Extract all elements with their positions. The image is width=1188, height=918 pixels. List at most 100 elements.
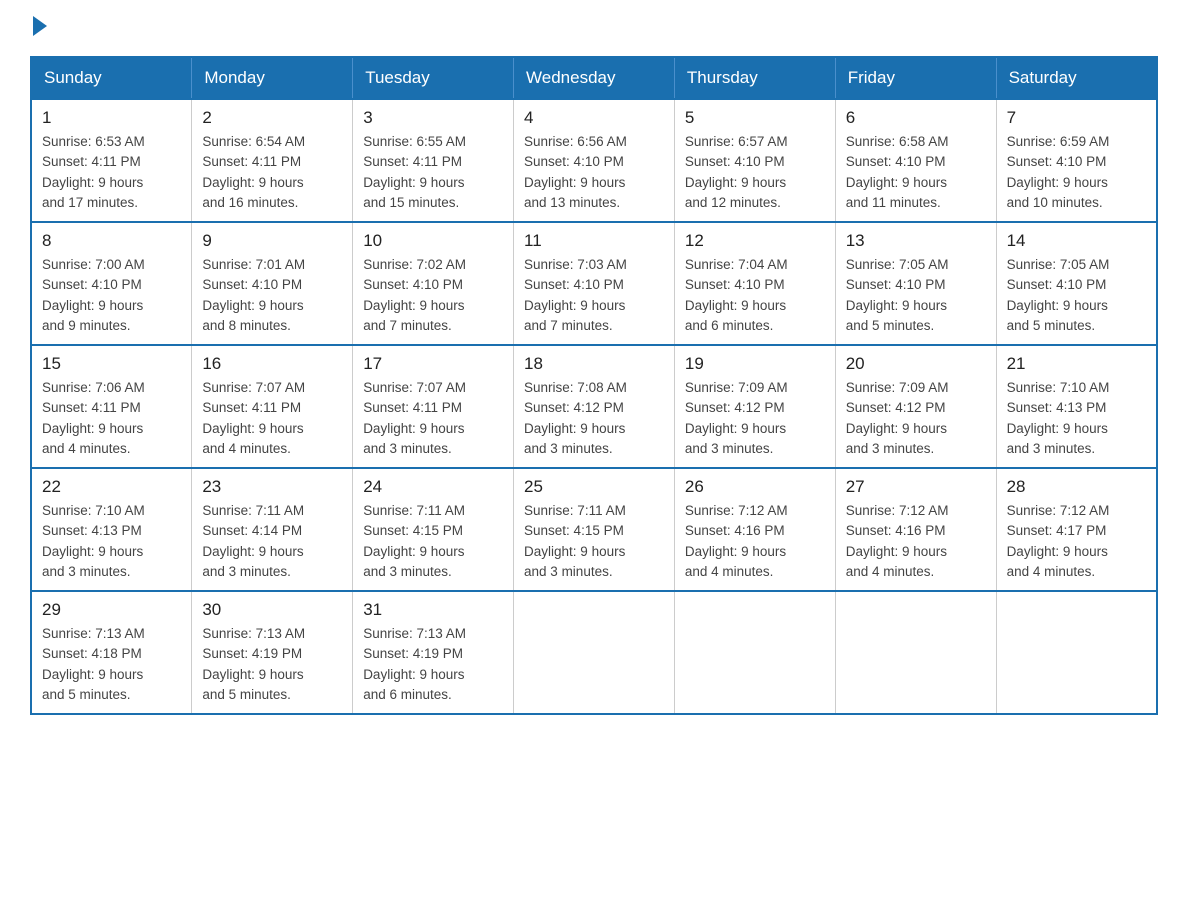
- day-number: 26: [685, 477, 825, 497]
- day-number: 11: [524, 231, 664, 251]
- day-info: Sunrise: 6:59 AMSunset: 4:10 PMDaylight:…: [1007, 132, 1146, 213]
- logo-arrow-icon: [33, 16, 47, 36]
- day-info: Sunrise: 6:55 AMSunset: 4:11 PMDaylight:…: [363, 132, 503, 213]
- day-number: 3: [363, 108, 503, 128]
- calendar-cell: 1 Sunrise: 6:53 AMSunset: 4:11 PMDaylight…: [31, 99, 192, 222]
- calendar-cell: 24 Sunrise: 7:11 AMSunset: 4:15 PMDayligh…: [353, 468, 514, 591]
- calendar-cell: 16Sunrise: 7:07 AMSunset: 4:11 PMDayligh…: [192, 345, 353, 468]
- day-info: Sunrise: 6:56 AMSunset: 4:10 PMDaylight:…: [524, 132, 664, 213]
- weekday-header-tuesday: Tuesday: [353, 57, 514, 99]
- calendar-cell: 10 Sunrise: 7:02 AMSunset: 4:10 PMDayligh…: [353, 222, 514, 345]
- day-info: Sunrise: 7:12 AMSunset: 4:17 PMDaylight:…: [1007, 501, 1146, 582]
- day-info: Sunrise: 7:09 AMSunset: 4:12 PMDaylight:…: [685, 378, 825, 459]
- day-number: 28: [1007, 477, 1146, 497]
- weekday-header-friday: Friday: [835, 57, 996, 99]
- day-info: Sunrise: 7:04 AMSunset: 4:10 PMDaylight:…: [685, 255, 825, 336]
- calendar-cell: 12 Sunrise: 7:04 AMSunset: 4:10 PMDayligh…: [674, 222, 835, 345]
- day-number: 2: [202, 108, 342, 128]
- day-number: 25: [524, 477, 664, 497]
- calendar-cell: [514, 591, 675, 714]
- calendar-week-4: 22 Sunrise: 7:10 AMSunset: 4:13 PMDayligh…: [31, 468, 1157, 591]
- day-info: Sunrise: 7:03 AMSunset: 4:10 PMDaylight:…: [524, 255, 664, 336]
- calendar-cell: 2 Sunrise: 6:54 AMSunset: 4:11 PMDaylight…: [192, 99, 353, 222]
- day-info: Sunrise: 7:10 AMSunset: 4:13 PMDaylight:…: [1007, 378, 1146, 459]
- calendar-cell: 3 Sunrise: 6:55 AMSunset: 4:11 PMDaylight…: [353, 99, 514, 222]
- day-number: 6: [846, 108, 986, 128]
- day-info: Sunrise: 6:54 AMSunset: 4:11 PMDaylight:…: [202, 132, 342, 213]
- day-number: 14: [1007, 231, 1146, 251]
- calendar-table: SundayMondayTuesdayWednesdayThursdayFrid…: [30, 56, 1158, 715]
- calendar-cell: 22 Sunrise: 7:10 AMSunset: 4:13 PMDayligh…: [31, 468, 192, 591]
- calendar-cell: [835, 591, 996, 714]
- day-info: Sunrise: 6:53 AMSunset: 4:11 PMDaylight:…: [42, 132, 181, 213]
- calendar-cell: 15Sunrise: 7:06 AMSunset: 4:11 PMDayligh…: [31, 345, 192, 468]
- calendar-cell: 31 Sunrise: 7:13 AMSunset: 4:19 PMDayligh…: [353, 591, 514, 714]
- calendar-week-1: 1 Sunrise: 6:53 AMSunset: 4:11 PMDaylight…: [31, 99, 1157, 222]
- day-number: 17: [363, 354, 503, 374]
- calendar-cell: 30Sunrise: 7:13 AMSunset: 4:19 PMDayligh…: [192, 591, 353, 714]
- day-info: Sunrise: 7:02 AMSunset: 4:10 PMDaylight:…: [363, 255, 503, 336]
- page-header: [30, 20, 1158, 36]
- calendar-cell: 28 Sunrise: 7:12 AMSunset: 4:17 PMDayligh…: [996, 468, 1157, 591]
- day-info: Sunrise: 7:09 AMSunset: 4:12 PMDaylight:…: [846, 378, 986, 459]
- calendar-body: 1 Sunrise: 6:53 AMSunset: 4:11 PMDaylight…: [31, 99, 1157, 714]
- day-number: 29: [42, 600, 181, 620]
- calendar-cell: 25Sunrise: 7:11 AMSunset: 4:15 PMDayligh…: [514, 468, 675, 591]
- day-number: 8: [42, 231, 181, 251]
- day-number: 31: [363, 600, 503, 620]
- calendar-cell: 19Sunrise: 7:09 AMSunset: 4:12 PMDayligh…: [674, 345, 835, 468]
- day-info: Sunrise: 7:00 AMSunset: 4:10 PMDaylight:…: [42, 255, 181, 336]
- calendar-cell: 11 Sunrise: 7:03 AMSunset: 4:10 PMDayligh…: [514, 222, 675, 345]
- day-info: Sunrise: 7:11 AMSunset: 4:15 PMDaylight:…: [363, 501, 503, 582]
- day-info: Sunrise: 7:10 AMSunset: 4:13 PMDaylight:…: [42, 501, 181, 582]
- day-info: Sunrise: 6:57 AMSunset: 4:10 PMDaylight:…: [685, 132, 825, 213]
- calendar-cell: 4Sunrise: 6:56 AMSunset: 4:10 PMDaylight…: [514, 99, 675, 222]
- day-number: 12: [685, 231, 825, 251]
- day-info: Sunrise: 7:01 AMSunset: 4:10 PMDaylight:…: [202, 255, 342, 336]
- calendar-cell: 20 Sunrise: 7:09 AMSunset: 4:12 PMDayligh…: [835, 345, 996, 468]
- day-info: Sunrise: 7:07 AMSunset: 4:11 PMDaylight:…: [202, 378, 342, 459]
- day-number: 20: [846, 354, 986, 374]
- day-number: 23: [202, 477, 342, 497]
- day-info: Sunrise: 7:13 AMSunset: 4:19 PMDaylight:…: [363, 624, 503, 705]
- calendar-cell: 17 Sunrise: 7:07 AMSunset: 4:11 PMDayligh…: [353, 345, 514, 468]
- day-number: 24: [363, 477, 503, 497]
- weekday-header-row: SundayMondayTuesdayWednesdayThursdayFrid…: [31, 57, 1157, 99]
- day-info: Sunrise: 7:05 AMSunset: 4:10 PMDaylight:…: [1007, 255, 1146, 336]
- calendar-cell: [674, 591, 835, 714]
- calendar-cell: 23 Sunrise: 7:11 AMSunset: 4:14 PMDayligh…: [192, 468, 353, 591]
- day-number: 5: [685, 108, 825, 128]
- calendar-cell: 6 Sunrise: 6:58 AMSunset: 4:10 PMDaylight…: [835, 99, 996, 222]
- day-info: Sunrise: 7:08 AMSunset: 4:12 PMDaylight:…: [524, 378, 664, 459]
- day-info: Sunrise: 6:58 AMSunset: 4:10 PMDaylight:…: [846, 132, 986, 213]
- calendar-cell: 9 Sunrise: 7:01 AMSunset: 4:10 PMDaylight…: [192, 222, 353, 345]
- day-info: Sunrise: 7:13 AMSunset: 4:18 PMDaylight:…: [42, 624, 181, 705]
- logo: [30, 20, 47, 36]
- day-number: 15: [42, 354, 181, 374]
- weekday-header-wednesday: Wednesday: [514, 57, 675, 99]
- calendar-cell: 27 Sunrise: 7:12 AMSunset: 4:16 PMDayligh…: [835, 468, 996, 591]
- calendar-week-2: 8 Sunrise: 7:00 AMSunset: 4:10 PMDaylight…: [31, 222, 1157, 345]
- day-number: 9: [202, 231, 342, 251]
- day-number: 10: [363, 231, 503, 251]
- calendar-cell: 14 Sunrise: 7:05 AMSunset: 4:10 PMDayligh…: [996, 222, 1157, 345]
- day-number: 27: [846, 477, 986, 497]
- day-info: Sunrise: 7:11 AMSunset: 4:14 PMDaylight:…: [202, 501, 342, 582]
- calendar-cell: 13Sunrise: 7:05 AMSunset: 4:10 PMDayligh…: [835, 222, 996, 345]
- calendar-cell: 26 Sunrise: 7:12 AMSunset: 4:16 PMDayligh…: [674, 468, 835, 591]
- day-info: Sunrise: 7:13 AMSunset: 4:19 PMDaylight:…: [202, 624, 342, 705]
- day-number: 21: [1007, 354, 1146, 374]
- calendar-cell: 21 Sunrise: 7:10 AMSunset: 4:13 PMDayligh…: [996, 345, 1157, 468]
- weekday-header-monday: Monday: [192, 57, 353, 99]
- day-info: Sunrise: 7:12 AMSunset: 4:16 PMDaylight:…: [846, 501, 986, 582]
- day-info: Sunrise: 7:12 AMSunset: 4:16 PMDaylight:…: [685, 501, 825, 582]
- calendar-header: SundayMondayTuesdayWednesdayThursdayFrid…: [31, 57, 1157, 99]
- day-number: 1: [42, 108, 181, 128]
- day-info: Sunrise: 7:07 AMSunset: 4:11 PMDaylight:…: [363, 378, 503, 459]
- day-number: 18: [524, 354, 664, 374]
- day-number: 13: [846, 231, 986, 251]
- calendar-cell: 8 Sunrise: 7:00 AMSunset: 4:10 PMDaylight…: [31, 222, 192, 345]
- weekday-header-thursday: Thursday: [674, 57, 835, 99]
- day-number: 22: [42, 477, 181, 497]
- calendar-cell: 5 Sunrise: 6:57 AMSunset: 4:10 PMDaylight…: [674, 99, 835, 222]
